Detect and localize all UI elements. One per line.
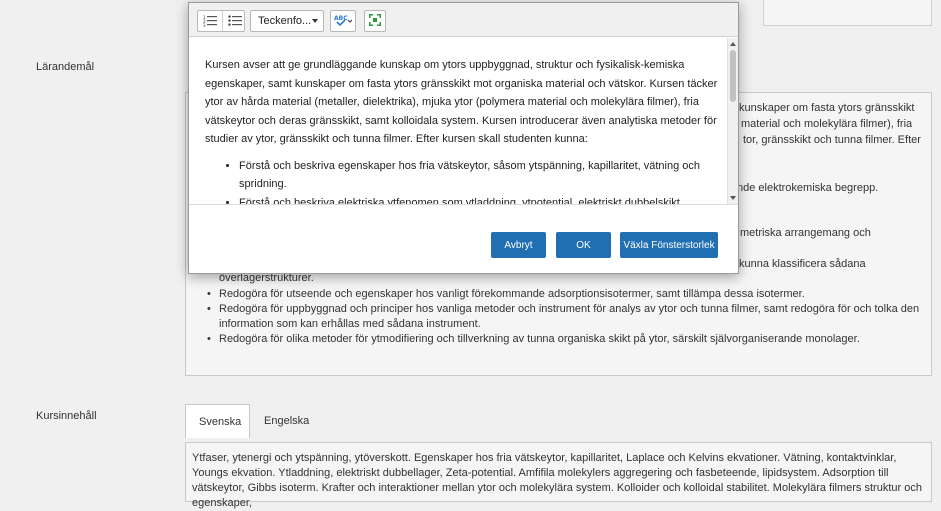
unordered-list-icon[interactable] (222, 11, 246, 31)
previous-field-box (763, 0, 932, 26)
tab-svenska[interactable]: Svenska (185, 404, 250, 438)
list-item: Redogöra för olika metoder för ytmodifie… (207, 332, 923, 347)
list-button-group: 1 2 3 (197, 10, 245, 32)
editor-dialog: 1 2 3 Teckenfo... ABC Kursen avser att g… (188, 2, 739, 274)
chevron-down-icon (312, 19, 318, 23)
tab-engelska[interactable]: Engelska (251, 404, 315, 438)
scroll-down-icon[interactable] (730, 196, 736, 200)
font-dropdown-label: Teckenfo... (258, 15, 312, 27)
peek-line: kunskaper om fasta ytors gränsskikt (739, 102, 915, 114)
list-item: Förstå och beskriva egenskaper hos fria … (239, 157, 720, 194)
goals-list: Redogöra för utseende och egenskaper hos… (195, 287, 923, 347)
toggle-window-size-button[interactable]: Växla Fönsterstorlek (620, 232, 718, 258)
peek-line: nde elektrokemiska begrepp. (737, 182, 879, 194)
ordered-list-icon[interactable]: 1 2 3 (198, 11, 222, 31)
label-kursinnehall: Kursinnehåll (36, 410, 97, 422)
resize-button[interactable] (364, 10, 386, 32)
peek-line: metriska arrangemang och (740, 227, 871, 239)
resize-icon (368, 13, 382, 30)
font-dropdown[interactable]: Teckenfo... (250, 10, 324, 32)
editor-list: Förstå och beskriva egenskaper hos fria … (205, 157, 720, 205)
editor-content: Kursen avser att ge grundläggande kunska… (205, 56, 720, 204)
scroll-up-icon[interactable] (730, 42, 736, 46)
label-larandemal: Lärandemål (36, 61, 95, 73)
list-item: Förstå och beskriva elektriska ytfenomen… (239, 194, 720, 205)
scrollbar-thumb[interactable] (730, 50, 736, 102)
peek-line: kunna klassificera sådana (739, 258, 866, 270)
svg-text:ABC: ABC (334, 15, 348, 22)
svg-text:3: 3 (203, 23, 206, 27)
list-item: Redogöra för uppbyggnad och principer ho… (207, 302, 923, 332)
editor-paragraph: Kursen avser att ge grundläggande kunska… (205, 59, 718, 145)
list-item: Redogöra för utseende och egenskaper hos… (207, 287, 923, 302)
editor-divider (189, 204, 738, 218)
cancel-button[interactable]: Avbryt (491, 232, 546, 258)
peek-line: material och molekylära filmer), fria (741, 118, 913, 130)
editor-toolbar: 1 2 3 Teckenfo... ABC (189, 3, 738, 37)
editor-scrollbar[interactable] (727, 38, 738, 204)
ok-button[interactable]: OK (556, 232, 611, 258)
spellcheck-icon: ABC (334, 14, 353, 29)
rich-text-editor[interactable]: Kursen avser att ge grundläggande kunska… (189, 38, 738, 204)
kursinnehall-content[interactable]: Ytfaser, ytenergi och ytspänning, ytöver… (185, 442, 932, 509)
spellcheck-button[interactable]: ABC (330, 10, 356, 32)
peek-line: tor, gränsskikt och tunna filmer. Efter (743, 134, 921, 146)
